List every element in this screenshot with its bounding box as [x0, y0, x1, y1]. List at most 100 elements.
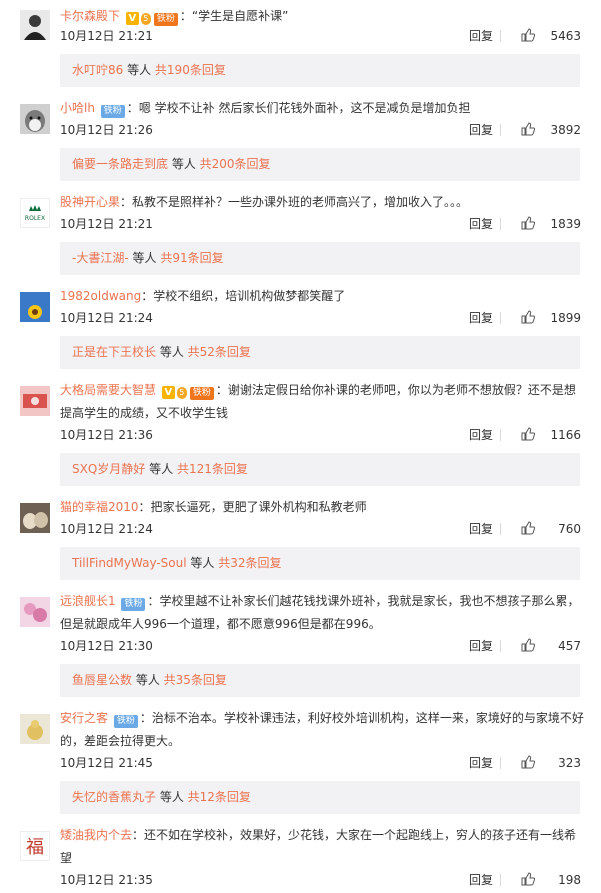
like-button[interactable]: 3892: [513, 121, 581, 139]
avatar[interactable]: [20, 386, 50, 416]
avatar[interactable]: ROLEX: [20, 198, 50, 228]
sub-reply-user[interactable]: 偏要一条路走到底: [72, 157, 168, 171]
comment-time: 10月12日 21:24: [60, 522, 153, 536]
comment-username[interactable]: 安行之客: [60, 711, 108, 725]
sub-reply-summary[interactable]: SXQ岁月静好 等人 共121条回复: [60, 453, 580, 486]
verified-v-icon: V: [125, 12, 139, 25]
like-button[interactable]: 457: [513, 637, 581, 655]
sub-reply-count[interactable]: 共190条回复: [155, 63, 226, 77]
comment-time: 10月12日 21:35: [60, 873, 153, 887]
sub-reply-user[interactable]: 鱼唇星公数: [72, 673, 132, 687]
avatar[interactable]: 福: [20, 831, 50, 861]
thumbs-up-icon: [521, 872, 535, 886]
avatar-sunflower-icon: [20, 292, 50, 322]
sub-reply-user[interactable]: -大書江湖-: [72, 251, 129, 265]
sub-reply-summary[interactable]: 失忆的香蕉丸子 等人 共12条回复: [60, 781, 580, 814]
thumbs-up-icon: [521, 521, 535, 535]
like-count: 1839: [550, 217, 581, 231]
like-button[interactable]: 1166: [513, 426, 581, 444]
sub-reply-mid: 等人: [168, 157, 200, 171]
reply-button[interactable]: 回复: [469, 215, 493, 233]
comment-time: 10月12日 21:21: [60, 217, 153, 231]
avatar[interactable]: [20, 104, 50, 134]
sub-reply-mid: 等人: [145, 462, 177, 476]
like-button[interactable]: 760: [513, 520, 581, 538]
avatar[interactable]: [20, 597, 50, 627]
comment-meta: 10月12日 21:45 回复 323: [60, 754, 581, 772]
sub-reply-count[interactable]: 共52条回复: [188, 345, 251, 359]
comment-username[interactable]: 1982oldwang: [60, 289, 141, 303]
avatar[interactable]: [20, 714, 50, 744]
avatar[interactable]: [20, 10, 50, 40]
like-button[interactable]: 1839: [513, 215, 581, 233]
sub-reply-count[interactable]: 共32条回复: [218, 556, 281, 570]
divider: [500, 124, 501, 136]
sub-reply-user[interactable]: 正是在下王校长: [72, 345, 156, 359]
sub-reply-summary[interactable]: 水叮咛86 等人 共190条回复: [60, 54, 580, 87]
comment-username[interactable]: 远浪舰长1: [60, 594, 116, 608]
avatar[interactable]: [20, 292, 50, 322]
like-button[interactable]: 323: [513, 754, 581, 772]
avatar[interactable]: [20, 503, 50, 533]
fu-glyph: 福: [26, 837, 44, 858]
comment-meta: 10月12日 21:30 回复 457: [60, 637, 581, 655]
sub-reply-count[interactable]: 共91条回复: [160, 251, 223, 265]
thumbs-up-icon: [521, 28, 535, 42]
sub-reply-count[interactable]: 共200条回复: [200, 157, 271, 171]
divider: [500, 218, 501, 230]
reply-button[interactable]: 回复: [469, 27, 493, 45]
divider: [500, 640, 501, 652]
reply-button[interactable]: 回复: [469, 309, 493, 327]
sub-reply-summary[interactable]: 偏要一条路走到底 等人 共200条回复: [60, 148, 580, 181]
reply-button[interactable]: 回复: [469, 754, 493, 772]
comment-username[interactable]: 卡尔森殿下: [60, 9, 120, 23]
sub-reply-mid: 等人: [132, 673, 164, 687]
reply-button[interactable]: 回复: [469, 520, 493, 538]
avatar-money-icon: [20, 386, 50, 416]
reply-button[interactable]: 回复: [469, 637, 493, 655]
sub-reply-summary[interactable]: TillFindMyWay-Soul 等人 共32条回复: [60, 547, 580, 580]
comment-meta: 10月12日 21:36 回复 1166: [60, 426, 581, 444]
sub-reply-summary[interactable]: 正是在下王校长 等人 共52条回复: [60, 336, 580, 369]
like-button[interactable]: 5463: [513, 27, 581, 45]
sub-reply-count[interactable]: 共12条回复: [188, 790, 251, 804]
iron-fan-badge: 铁粉: [189, 387, 214, 400]
like-count: 1166: [550, 428, 581, 442]
avatar-flowers-icon: [20, 597, 50, 627]
comment-meta: 10月12日 21:21 回复 5463: [60, 27, 581, 45]
comment-username[interactable]: 大格局需要大智慧: [60, 383, 156, 397]
rolex-text: ROLEX: [25, 215, 45, 222]
comment-meta: 10月12日 21:21 回复 1839: [60, 215, 581, 233]
avatar-chick-icon: [20, 714, 50, 744]
comment-username[interactable]: 矮油我内个去: [60, 828, 132, 842]
sub-reply-user[interactable]: 水叮咛86: [72, 63, 123, 77]
reply-button[interactable]: 回复: [469, 871, 493, 889]
sub-reply-mid: 等人: [186, 556, 219, 570]
sub-reply-mid: 等人: [128, 251, 161, 265]
like-count: 3892: [550, 123, 581, 137]
like-button[interactable]: 198: [513, 871, 581, 889]
reply-button[interactable]: 回复: [469, 121, 493, 139]
comment-text: 嗯 学校不让补 然后家长们花钱外面补，这不是减负是增加负担: [138, 101, 471, 115]
comment-time: 10月12日 21:30: [60, 639, 153, 653]
sub-reply-user[interactable]: TillFindMyWay-Soul: [72, 556, 187, 570]
sub-reply-count[interactable]: 共121条回复: [177, 462, 248, 476]
reply-button[interactable]: 回复: [469, 426, 493, 444]
comment-username[interactable]: 股神开心果: [60, 195, 120, 209]
sub-reply-count[interactable]: 共35条回复: [164, 673, 227, 687]
level-icon: 5: [140, 13, 151, 25]
comment-time: 10月12日 21:21: [60, 29, 153, 43]
comment-username[interactable]: 猫的幸福2010: [60, 500, 139, 514]
divider: [500, 523, 501, 535]
like-count: 198: [558, 873, 581, 887]
sub-reply-user[interactable]: 失忆的香蕉丸子: [72, 790, 156, 804]
comment-meta: 10月12日 21:24 回复 1899: [60, 309, 581, 327]
sub-reply-summary[interactable]: 鱼唇星公数 等人 共35条回复: [60, 664, 580, 697]
sub-reply-user[interactable]: SXQ岁月静好: [72, 462, 145, 476]
like-button[interactable]: 1899: [513, 309, 581, 327]
comment-username[interactable]: 小哈lh: [60, 101, 95, 115]
thumbs-up-icon: [521, 122, 535, 136]
avatar-person-icon: [20, 10, 50, 40]
comment-text: 学校不组织，培训机构做梦都笑醒了: [153, 289, 346, 303]
sub-reply-summary[interactable]: -大書江湖- 等人 共91条回复: [60, 242, 580, 275]
